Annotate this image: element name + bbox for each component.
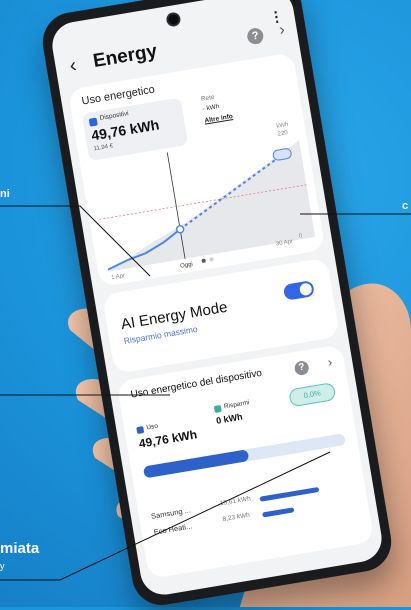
leader-line-top-left — [0, 205, 151, 277]
callout-leader-lines — [0, 205, 411, 581]
leader-line-bottom — [0, 451, 331, 581]
